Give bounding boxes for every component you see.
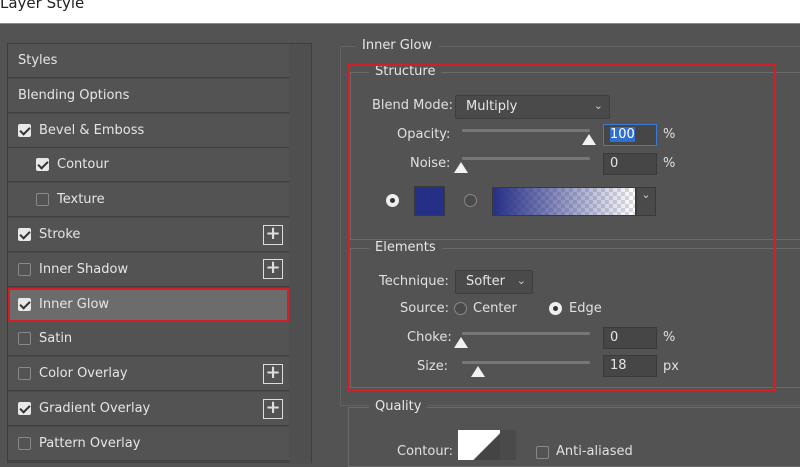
checkbox[interactable] [36,193,49,207]
sidebar-item-texture[interactable]: Texture [8,183,289,218]
checkbox[interactable] [18,297,31,311]
sidebar-item-label: Blending Options [18,87,130,103]
sidebar-item-pattern-overlay[interactable]: Pattern Overlay [8,426,289,461]
sidebar-item-label: Inner Glow [39,296,110,312]
contour-preview[interactable] [458,430,500,460]
styles-list: Styles Blending Options Bevel & Emboss Cont… [7,43,312,464]
anti-aliased-label[interactable]: Anti-aliased [556,444,633,459]
add-effect-plus-icon[interactable]: + [263,224,283,245]
sidebar-item-stroke[interactable]: Stroke + [8,218,289,252]
sidebar-item-label: Bevel & Emboss [39,122,145,138]
scrollbar[interactable] [289,44,311,464]
sidebar-item-styles[interactable]: Styles [8,44,289,78]
title-bar: Layer Style [0,0,800,24]
contour-label: Contour: [397,444,454,459]
contour-dropdown[interactable] [500,430,516,460]
sidebar-item-bevel-emboss[interactable]: Bevel & Emboss [8,113,289,148]
sidebar-item-label: Color Overlay [39,366,128,382]
add-effect-plus-icon[interactable]: + [263,259,283,280]
checkbox[interactable] [18,228,31,241]
checkbox[interactable] [36,158,49,172]
sidebar-item-label: Stroke [39,227,81,242]
sidebar-item-label: Gradient Overlay [39,401,151,416]
quality-title: Quality [369,399,428,414]
sidebar-item-label: Satin [39,331,73,347]
sidebar-item-label: Pattern Overlay [39,435,141,451]
checkbox[interactable] [18,123,31,137]
checkbox[interactable] [18,436,31,450]
checkbox[interactable] [18,367,31,381]
sidebar-item-label: Inner Shadow [39,261,129,277]
add-effect-plus-icon[interactable]: + [263,363,283,384]
inner-glow-title: Inner Glow [356,38,439,53]
checkbox[interactable] [18,332,31,346]
sidebar-item-gradient-overlay[interactable]: Gradient Overlay + [8,392,289,426]
window-title: Layer Style [0,0,85,12]
sidebar-item-inner-glow[interactable]: Inner Glow [8,287,289,322]
checkbox[interactable] [18,262,31,276]
sidebar-item-inner-shadow[interactable]: Inner Shadow + [8,252,289,287]
sidebar-item-label: Texture [57,192,105,208]
sidebar-item-satin[interactable]: Satin [8,322,289,357]
sidebar-item-label: Styles [18,53,58,68]
sidebar-item-label: Contour [57,157,109,173]
anti-aliased-checkbox[interactable] [536,446,549,459]
highlight-box [348,64,776,391]
sidebar-item-contour[interactable]: Contour [8,148,289,183]
sidebar-item-color-overlay[interactable]: Color Overlay + [8,357,289,392]
sidebar-item-blending-options[interactable]: Blending Options [8,78,289,113]
checkbox[interactable] [18,402,31,415]
add-effect-plus-icon[interactable]: + [263,398,283,419]
